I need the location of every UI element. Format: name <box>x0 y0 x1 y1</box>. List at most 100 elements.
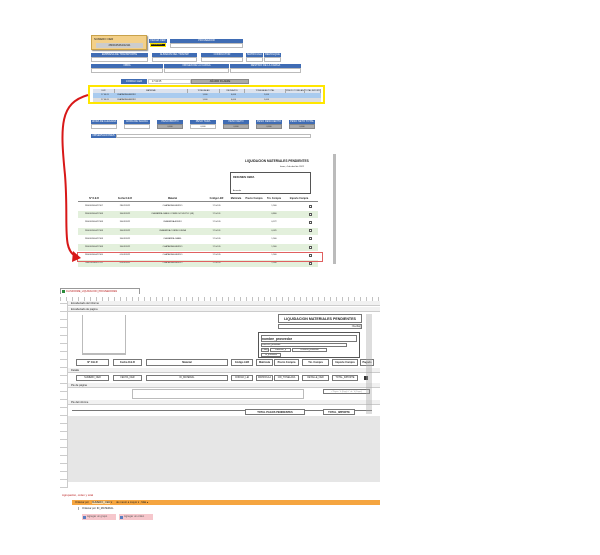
pagado-checkbox[interactable] <box>309 237 312 241</box>
column-header-label[interactable]: Matrícula <box>256 359 273 366</box>
section-report-footer[interactable]: Pie del informe <box>68 400 380 405</box>
fecha-oer-field[interactable]: 01/03/2022 <box>150 43 166 47</box>
destino-select[interactable] <box>230 68 301 73</box>
red-arrow-icon <box>61 94 89 262</box>
report-cell: 17 04 05 <box>212 221 221 224</box>
footer-textbox[interactable] <box>132 389 304 399</box>
obra-select[interactable] <box>91 68 163 73</box>
report-cell: 17 04 05 <box>212 246 221 248</box>
observaciones-field[interactable] <box>116 134 311 138</box>
detail-field-textbox[interactable]: DETALLE_OER <box>302 375 329 381</box>
section-label: Encabezado de página <box>71 308 98 311</box>
albaran-field[interactable] <box>152 57 197 62</box>
detail-field-textbox[interactable]: NUMERO_OER <box>76 375 109 381</box>
cp-textbox[interactable]: Códig <box>261 348 269 352</box>
conductor-select[interactable] <box>201 57 243 62</box>
report-cell: CHATARRA HIERRO <box>162 246 183 248</box>
section-page-footer[interactable]: Pie de página <box>68 383 380 388</box>
report-cell: 30/03/2022 <box>119 237 131 240</box>
report-cell: 1,560 <box>271 246 277 248</box>
preview-scrollbar[interactable] <box>333 154 336 264</box>
column-header-label[interactable]: Fecha O.E.R <box>113 359 142 366</box>
numero-oer-field[interactable]: 2800105464/22111 <box>96 43 143 48</box>
grid-row[interactable]: 17 04 05 CHATARRA HIERRO 1,000 0,000 1,000 <box>93 97 321 102</box>
report-date: lunes, 4 de abril de 2022 <box>280 166 304 168</box>
report-header-cell: Precio Compra <box>245 197 263 200</box>
cif-textbox[interactable]: cif_proveedor <box>261 353 281 357</box>
section-page-header[interactable]: Encabezado de página <box>68 307 380 312</box>
report-header-cell: Tm. Compra <box>267 197 281 200</box>
report-row: 2800105464/22108 30/03/2022 CHATARRA CABEL… <box>78 235 318 243</box>
grouping-title: Agrupación, orden y total <box>62 493 94 497</box>
sort-order-select[interactable]: de menor a mayor <box>116 501 137 504</box>
grid-cell: 1,000 <box>202 98 208 101</box>
column-header-label[interactable]: Precio Compra <box>274 359 299 366</box>
column-header-label[interactable]: Código LER <box>231 359 253 366</box>
remolque-field[interactable] <box>264 57 281 62</box>
provincia-textbox[interactable]: Provincia_proveedor <box>292 348 327 352</box>
section-report-header[interactable]: Encabezado del informe <box>68 301 380 306</box>
more-button[interactable]: Más ▸ <box>141 501 148 504</box>
page-number-textbox[interactable]: ="Página " & [Page] & " de " & [Pages] <box>323 389 370 394</box>
report-cell: 30/03/2022 <box>119 229 131 232</box>
logo-placeholder[interactable] <box>82 315 126 355</box>
detail-field-textbox[interactable]: CODIGO_LEI <box>231 375 253 381</box>
section-label: Detalle <box>71 369 80 372</box>
report-cell: CHATARRA HIERRO <box>162 205 183 207</box>
report-header-cell: Importe Compra <box>289 197 309 200</box>
column-header-label[interactable]: Importe Compra <box>332 359 358 366</box>
pagado-checkbox[interactable] <box>309 220 312 224</box>
detail-field-textbox[interactable]: FECHA_OER <box>113 375 142 381</box>
bottom-field-value[interactable]: 0,000 <box>223 124 249 129</box>
nombre-textbox[interactable]: nombre_proveedor <box>261 335 357 342</box>
design-right-scrollbar[interactable] <box>366 314 372 414</box>
empresa-select[interactable] <box>91 57 148 62</box>
pagado-checkbox[interactable] <box>309 212 312 216</box>
pagado-checkbox[interactable] <box>309 204 312 208</box>
button-label: Agregar un orden <box>124 515 145 518</box>
title-textbox[interactable]: LIQUIDACION MATERIALES PENDIENTES <box>278 314 362 323</box>
poblacion-textbox[interactable]: Poblacion_p <box>270 348 291 352</box>
detail-field-textbox[interactable]: CID_TONELADA <box>274 375 299 381</box>
detail-field-textbox[interactable]: TOTAL_IMPORTE <box>332 375 358 381</box>
detail-field-textbox[interactable]: MATRICULA <box>256 375 273 381</box>
sort-row-1[interactable]: Ordenar por NUMERO_OER ▾ de menor a mayo… <box>72 500 380 505</box>
anadir-button[interactable]: AÑADIR FILAERE <box>191 79 249 84</box>
column-header-label[interactable]: Tm. Compra <box>302 359 329 366</box>
sort-field-select[interactable]: ID_MATERIAL <box>97 507 114 510</box>
origen-select[interactable] <box>164 68 229 73</box>
codigo-ler-field[interactable]: 17 04 05 <box>148 79 191 84</box>
total-label-textbox[interactable]: TOTAL PAGOS PENDIENTES <box>245 409 305 415</box>
add-group-button[interactable]: Agregar un grupo <box>82 514 116 520</box>
column-header-label[interactable]: Material <box>146 359 228 366</box>
detail-field-textbox[interactable]: ID_MATERIAL <box>146 375 228 381</box>
bottom-field-value[interactable]: 0,000 <box>256 124 282 129</box>
section-label: Pie del informe <box>71 401 89 404</box>
bottom-field-value[interactable] <box>124 124 150 129</box>
report-row: 2800105464/22107 28/02/2022 CHATARRA HIERR… <box>78 203 318 210</box>
proveedor-select[interactable] <box>170 43 243 48</box>
add-order-button[interactable]: Agregar un orden <box>119 514 153 520</box>
fecha-textbox[interactable]: =Fecha() <box>278 324 362 329</box>
bottom-field-value[interactable]: 0,000 <box>190 124 216 129</box>
column-header-label[interactable]: Nº O.E.R <box>76 359 109 366</box>
bottom-field-value[interactable]: 0,000 <box>289 124 315 129</box>
pagado-checkbox[interactable] <box>309 229 312 233</box>
report-cell: 30/03/2022 <box>119 213 131 216</box>
report-cell: 0,272 <box>271 221 277 224</box>
pagado-checkbox[interactable] <box>309 245 312 249</box>
bottom-field-value[interactable]: 0,000 <box>157 124 183 129</box>
sort-icon <box>120 515 123 519</box>
report-row: 2800105464/22108 30/03/2022 CHATARRA ACERO… <box>78 219 318 227</box>
section-label: Encabezado del informe <box>71 302 99 305</box>
pagado-checkbox[interactable] <box>309 261 312 265</box>
sort-row-2[interactable]: Ordenar por ID_MATERIAL <box>78 507 114 510</box>
direccion-textbox[interactable]: Direccion_proveedor <box>261 343 347 347</box>
design-empty-area <box>68 416 380 482</box>
section-detail[interactable]: Detalle <box>68 368 380 373</box>
matricula-field[interactable] <box>246 57 263 62</box>
sort-field-select[interactable]: NUMERO_OER <box>91 501 111 504</box>
total-field-textbox[interactable]: TOTAL_IMPORTE <box>323 409 355 415</box>
codigo-ler-label: CODIGO LER <box>121 79 147 84</box>
design-tab[interactable]: 01-INFORME_LIQUIDACION_PROVEEDORES <box>60 288 140 294</box>
